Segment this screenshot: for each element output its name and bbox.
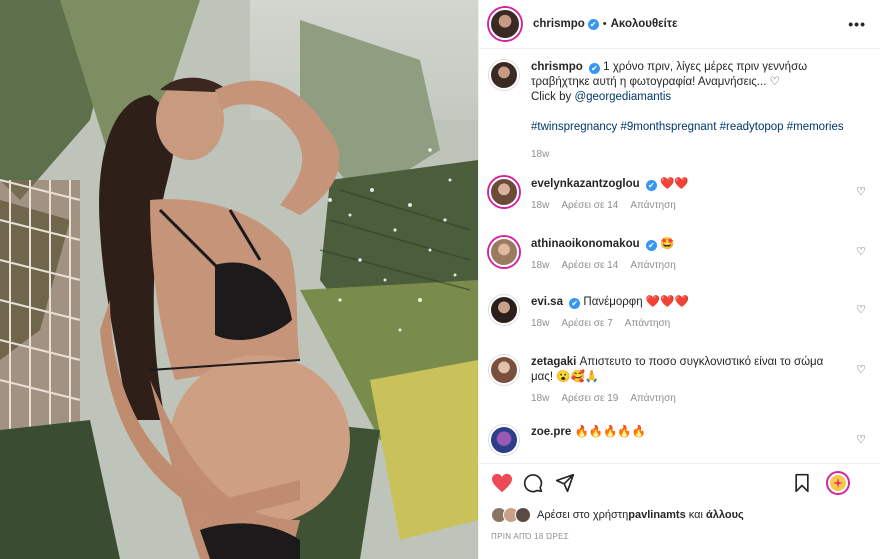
caption: chrismpo ✔ 1 χρόνο πριν, λίγες μέρες πρι… [489,60,866,165]
likes-suffix: και [685,509,706,521]
comment-item: evi.sa ✔ Πανέμορφη ❤️❤️❤️ 18w Αρέσει σε 7… [489,295,866,355]
comment-item: zoe.pre 🔥🔥🔥🔥🔥 ♡ [489,425,866,460]
author-username[interactable]: chrismpo [533,18,585,30]
verified-badge-icon: ✔ [645,180,657,191]
comment-age: 18w [531,200,550,211]
post-photo[interactable] [0,0,478,559]
comment-item: athinaoikonomakou ✔ 🤩 18w Αρέσει σε 14 Απά… [489,237,866,295]
comment-text: Πανέμορφη ❤️❤️❤️ [583,296,689,308]
caption-username[interactable]: chrismpo [531,61,583,73]
comment-avatar[interactable] [489,237,519,267]
comment-likes[interactable]: Αρέσει σε 19 [561,393,618,404]
comment-avatar[interactable] [489,177,519,207]
comment-likes[interactable]: Αρέσει σε 14 [561,260,618,271]
action-bar [479,463,880,503]
comment-like-heart-icon[interactable]: ♡ [856,363,866,376]
comment-text: 🔥🔥🔥🔥🔥 [574,426,647,438]
caption-hashtags[interactable]: #twinspregnancy #9monthspregnant #readyt… [531,120,844,135]
caption-credit-prefix: Click by [531,91,575,103]
comment-likes[interactable]: Αρέσει σε 7 [561,318,612,329]
comment-username[interactable]: evi.sa [531,296,563,308]
comments-list[interactable]: chrismpo ✔ 1 χρόνο πριν, λίγες μέρες πρι… [479,50,880,460]
comment-avatar[interactable] [489,295,519,325]
comment-username[interactable]: athinaoikonomakou [531,238,640,250]
comment-username[interactable]: zoe.pre [531,426,571,438]
comment-age: 18w [531,260,550,271]
comment-like-heart-icon[interactable]: ♡ [856,185,866,198]
likes-user-link[interactable]: pavlinamts [628,509,685,521]
bookmark-icon[interactable] [793,473,811,493]
author-avatar[interactable] [489,8,521,40]
separator-dot: • [602,18,607,30]
post-sidebar: chrismpo ✔ • Ακολουθείτε ••• chrismpo ✔ … [478,0,880,559]
reply-button[interactable]: Απάντηση [630,393,675,404]
comment-username[interactable]: evelynkazantzoglou [531,178,640,190]
comment-avatar[interactable] [489,355,519,385]
verified-badge-icon: ✔ [587,18,599,30]
comment-like-heart-icon[interactable]: ♡ [856,433,866,446]
likes-others-link[interactable]: άλλους [706,509,744,521]
comment-like-heart-icon[interactable]: ♡ [856,303,866,316]
reply-button[interactable]: Απάντηση [625,318,670,329]
comment-item: evelynkazantzoglou ✔ ❤️❤️ 18w Αρέσει σε 1… [489,177,866,237]
verified-badge-icon: ✔ [645,240,657,251]
post-header: chrismpo ✔ • Ακολουθείτε ••• [479,0,880,49]
reply-button[interactable]: Απάντηση [630,260,675,271]
liker-avatars[interactable] [491,507,531,523]
caption-avatar[interactable] [489,60,519,90]
more-options-icon[interactable]: ••• [848,16,866,32]
comment-text: ❤️❤️ [660,178,689,190]
caption-mention-link[interactable]: @georgediamantis [574,91,671,103]
paper-plane-icon[interactable] [555,473,575,493]
follow-status-button[interactable]: Ακολουθείτε [611,18,678,30]
comment-avatar[interactable] [489,425,519,455]
caption-age: 18w [531,149,550,160]
verified-badge-icon: ✔ [569,298,581,309]
comment-age: 18w [531,318,550,329]
likes-prefix: Αρέσει στο χρήστη [537,509,629,521]
photo-illustration [0,0,478,559]
comment-likes[interactable]: Αρέσει σε 14 [561,200,618,211]
comment-age: 18w [531,393,550,404]
reply-button[interactable]: Απάντηση [630,200,675,211]
profile-gradient-icon[interactable] [826,471,850,495]
heart-filled-icon[interactable] [491,473,513,493]
likes-summary: Αρέσει στο χρήστη pavlinamts και άλλους [491,507,868,523]
instagram-post: chrismpo ✔ • Ακολουθείτε ••• chrismpo ✔ … [0,0,880,559]
comment-icon[interactable] [523,473,543,493]
comment-like-heart-icon[interactable]: ♡ [856,245,866,258]
verified-badge-icon: ✔ [588,63,600,74]
comment-item: zetagaki Απιστευτο το ποσο συγκλονιστικό… [489,355,866,425]
comment-username[interactable]: zetagaki [531,356,576,368]
comment-text: 🤩 [660,238,675,250]
post-timestamp[interactable]: ΠΡΙΝ ΑΠΌ 18 ΏΡΕΣ [491,532,569,541]
